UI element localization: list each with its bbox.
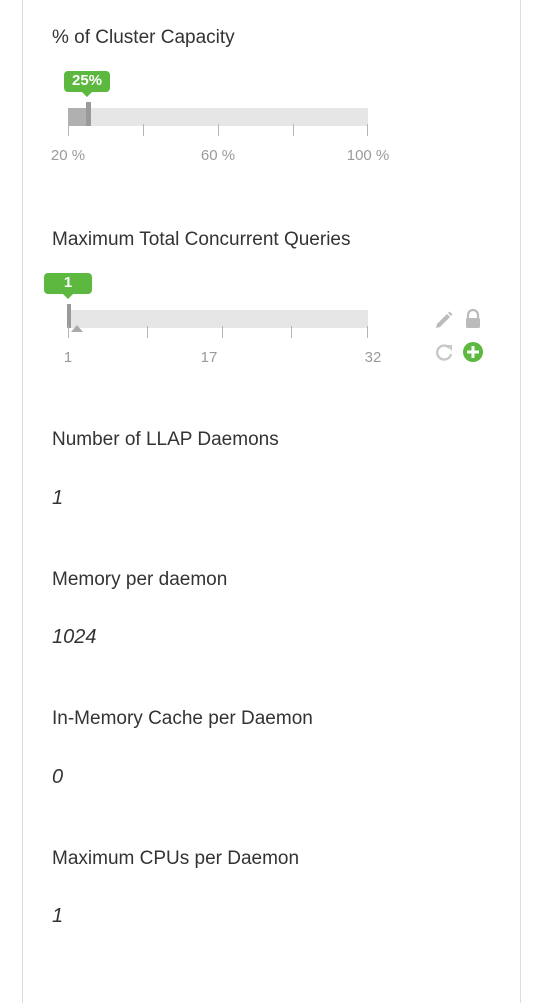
llap-daemons-label: Number of LLAP Daemons bbox=[52, 429, 279, 450]
cluster-capacity-label: % of Cluster Capacity bbox=[52, 27, 235, 48]
tick-label-mid: 60 % bbox=[200, 147, 236, 164]
undo-icon[interactable] bbox=[433, 341, 455, 363]
slider-tick bbox=[367, 124, 368, 136]
pencil-icon[interactable] bbox=[433, 309, 455, 331]
memory-per-daemon-value: 1024 bbox=[52, 626, 97, 648]
lock-icon[interactable] bbox=[463, 308, 483, 330]
slider-tick bbox=[291, 326, 292, 338]
cluster-capacity-value-badge: 25% bbox=[64, 71, 110, 97]
slider-tick bbox=[68, 124, 69, 136]
slider-tick bbox=[222, 326, 223, 338]
slider-tick bbox=[147, 326, 148, 338]
cache-per-daemon-label: In-Memory Cache per Daemon bbox=[52, 708, 313, 729]
memory-per-daemon-label: Memory per daemon bbox=[52, 569, 228, 590]
slider-tick bbox=[143, 124, 144, 136]
slider-tick bbox=[68, 326, 69, 338]
slider-tick bbox=[293, 124, 294, 136]
slider-tick bbox=[367, 326, 368, 338]
concurrent-queries-value-badge: 1 bbox=[44, 273, 92, 299]
slider-tick bbox=[218, 124, 219, 136]
concurrent-queries-label: Maximum Total Concurrent Queries bbox=[52, 229, 351, 250]
tick-label-min: 20 % bbox=[50, 147, 86, 164]
default-marker-icon bbox=[71, 325, 83, 332]
tick-label-max: 100 % bbox=[346, 147, 390, 164]
tick-label-min: 1 bbox=[63, 349, 73, 366]
tick-label-max: 32 bbox=[364, 349, 382, 366]
concurrent-queries-slider[interactable] bbox=[67, 304, 368, 328]
cpus-per-daemon-label: Maximum CPUs per Daemon bbox=[52, 848, 300, 869]
add-icon[interactable] bbox=[462, 341, 484, 363]
cluster-capacity-handle[interactable] bbox=[86, 102, 91, 126]
cpus-per-daemon-value: 1 bbox=[52, 905, 64, 927]
tick-label-mid: 17 bbox=[200, 349, 218, 366]
cache-per-daemon-value: 0 bbox=[52, 766, 64, 788]
llap-daemons-value: 1 bbox=[52, 487, 64, 509]
